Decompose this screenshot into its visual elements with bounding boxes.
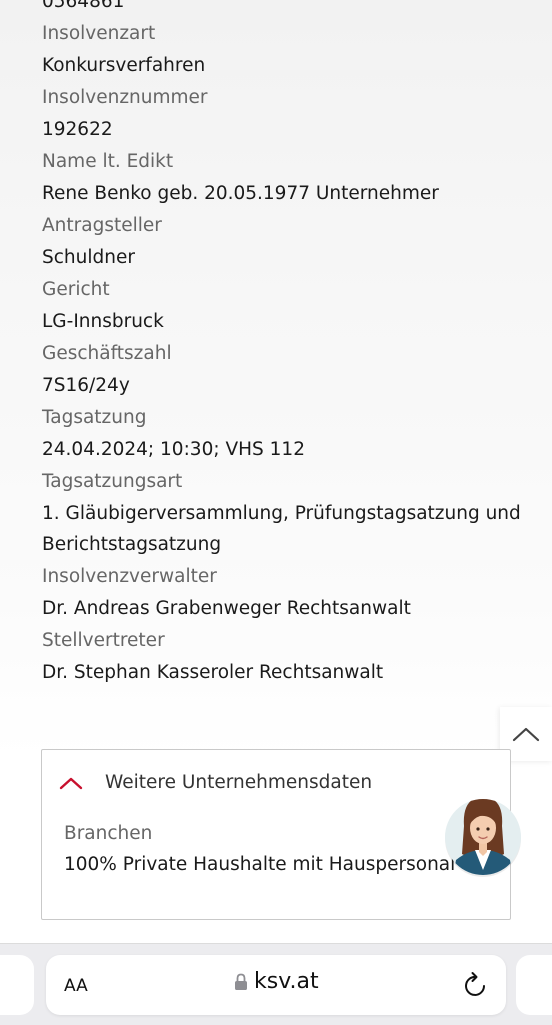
- field-label-insolvenznummer: Insolvenznummer: [42, 87, 208, 108]
- field-value-insolvenzart: Konkursverfahren: [42, 55, 206, 76]
- field-label-tagsatzung: Tagsatzung: [42, 407, 147, 428]
- field-value-insolvenzverwalter: Dr. Andreas Grabenweger Rechtsanwalt: [42, 598, 411, 619]
- reload-icon: [465, 972, 485, 996]
- field-label-gericht: Gericht: [42, 279, 110, 300]
- field-label-insolvenzverwalter: Insolvenzverwalter: [42, 566, 217, 587]
- branch-label: Branchen: [64, 823, 153, 844]
- next-tab-preview[interactable]: [516, 955, 552, 1015]
- url-display[interactable]: ksv.at: [234, 969, 319, 994]
- company-data-toggle[interactable]: Weitere Unternehmensdaten: [59, 772, 372, 793]
- chevron-up-icon: [512, 727, 540, 742]
- text-size-button[interactable]: AA: [64, 972, 88, 997]
- field-value-gericht: LG-Innsbruck: [42, 311, 164, 332]
- field-label-insolvenzart: Insolvenzart: [42, 23, 156, 44]
- lock-icon: [235, 973, 247, 990]
- previous-tab-preview[interactable]: [0, 955, 34, 1015]
- field-value-name: Rene Benko geb. 20.05.1977 Unternehmer: [42, 183, 439, 204]
- assistant-avatar-icon: [445, 799, 521, 877]
- field-label-geschaeftszahl: Geschäftszahl: [42, 343, 172, 364]
- field-label-name: Name lt. Edikt: [42, 151, 174, 172]
- field-value-partial: 0564861: [42, 0, 125, 12]
- field-value-tagsatzung: 24.04.2024; 10:30; VHS 112: [42, 439, 305, 460]
- text-size-label: AA: [64, 976, 88, 996]
- field-value-tagsatzungsart: 1. Gläubigerversammlung, Prüfungstagsatz…: [42, 503, 521, 555]
- chevron-up-icon: [59, 777, 83, 789]
- field-value-stellvertreter: Dr. Stephan Kasseroler Rechtsanwalt: [42, 662, 384, 683]
- field-label-antragsteller: Antragsteller: [42, 215, 162, 236]
- field-value-insolvenznummer: 192622: [42, 119, 113, 140]
- address-bar[interactable]: AA ksv.at: [46, 955, 506, 1015]
- branch-value: 100% Private Haushalte mit Hauspersonal: [64, 854, 456, 875]
- field-label-tagsatzungsart: Tagsatzungsart: [42, 471, 183, 492]
- chat-assistant-button[interactable]: [444, 790, 522, 880]
- url-text: ksv.at: [254, 969, 319, 994]
- field-value-antragsteller: Schuldner: [42, 247, 135, 268]
- field-label-stellvertreter: Stellvertreter: [42, 630, 165, 651]
- company-data-title: Weitere Unternehmensdaten: [105, 772, 373, 793]
- field-value-geschaeftszahl: 7S16/24y: [42, 375, 130, 396]
- browser-toolbar: AA ksv.at: [0, 943, 552, 1025]
- reload-button[interactable]: [463, 971, 489, 999]
- insolvency-details: 0564861 Insolvenzart Konkursverfahren In…: [42, 0, 522, 688]
- company-data-panel: Weitere Unternehmensdaten Branchen 100% …: [41, 749, 511, 920]
